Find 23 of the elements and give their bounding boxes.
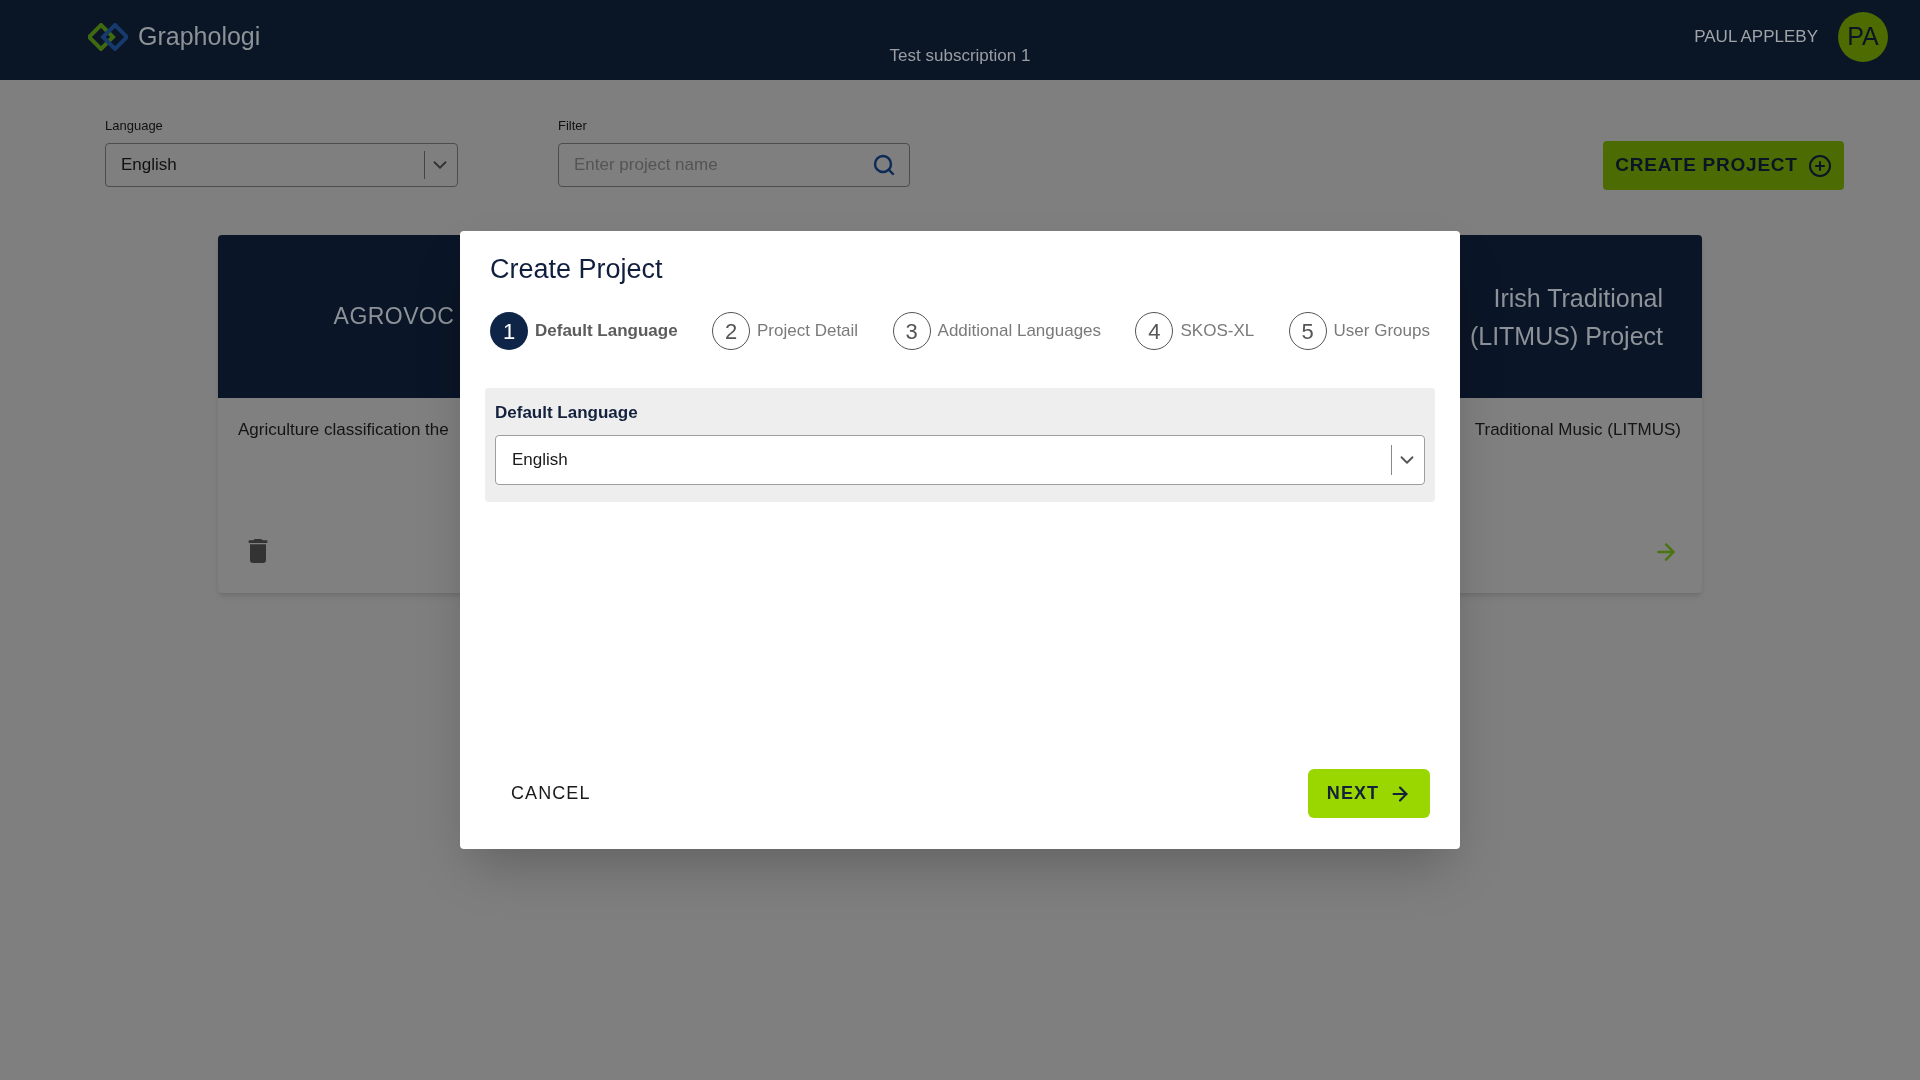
user-name[interactable]: PAUL APPLEBY — [1694, 24, 1818, 50]
card-description: Traditional Music (LITMUS) — [1474, 420, 1681, 440]
plus-circle-icon — [1807, 153, 1832, 178]
step-number: 1 — [490, 312, 528, 350]
language-label: Language — [105, 118, 164, 134]
card-title: Irish Traditional (LITMUS) Project — [1468, 282, 1663, 352]
next-button[interactable]: NEXT — [1308, 769, 1430, 818]
trash-icon[interactable] — [248, 539, 268, 563]
cancel-button[interactable]: CANCEL — [495, 769, 607, 818]
default-language-select[interactable]: English — [495, 435, 1425, 485]
card-title: AGROVOC — [333, 302, 455, 332]
create-project-button[interactable]: CREATE PROJECT — [1603, 141, 1844, 190]
step-label: Project Detail — [757, 320, 859, 343]
search-icon[interactable] — [872, 153, 896, 177]
subscription-name: Test subscription 1 — [889, 46, 1031, 67]
language-select[interactable]: English — [105, 143, 458, 187]
app-name: Graphologi — [138, 21, 261, 53]
logo-icon — [88, 23, 128, 51]
step-label: Additional Languages — [937, 320, 1102, 343]
user-avatar[interactable]: PA — [1838, 12, 1888, 62]
step-label: SKOS-XL — [1180, 320, 1255, 343]
card-description: Agriculture classification the — [238, 420, 449, 440]
filter-label: Filter — [558, 118, 588, 134]
